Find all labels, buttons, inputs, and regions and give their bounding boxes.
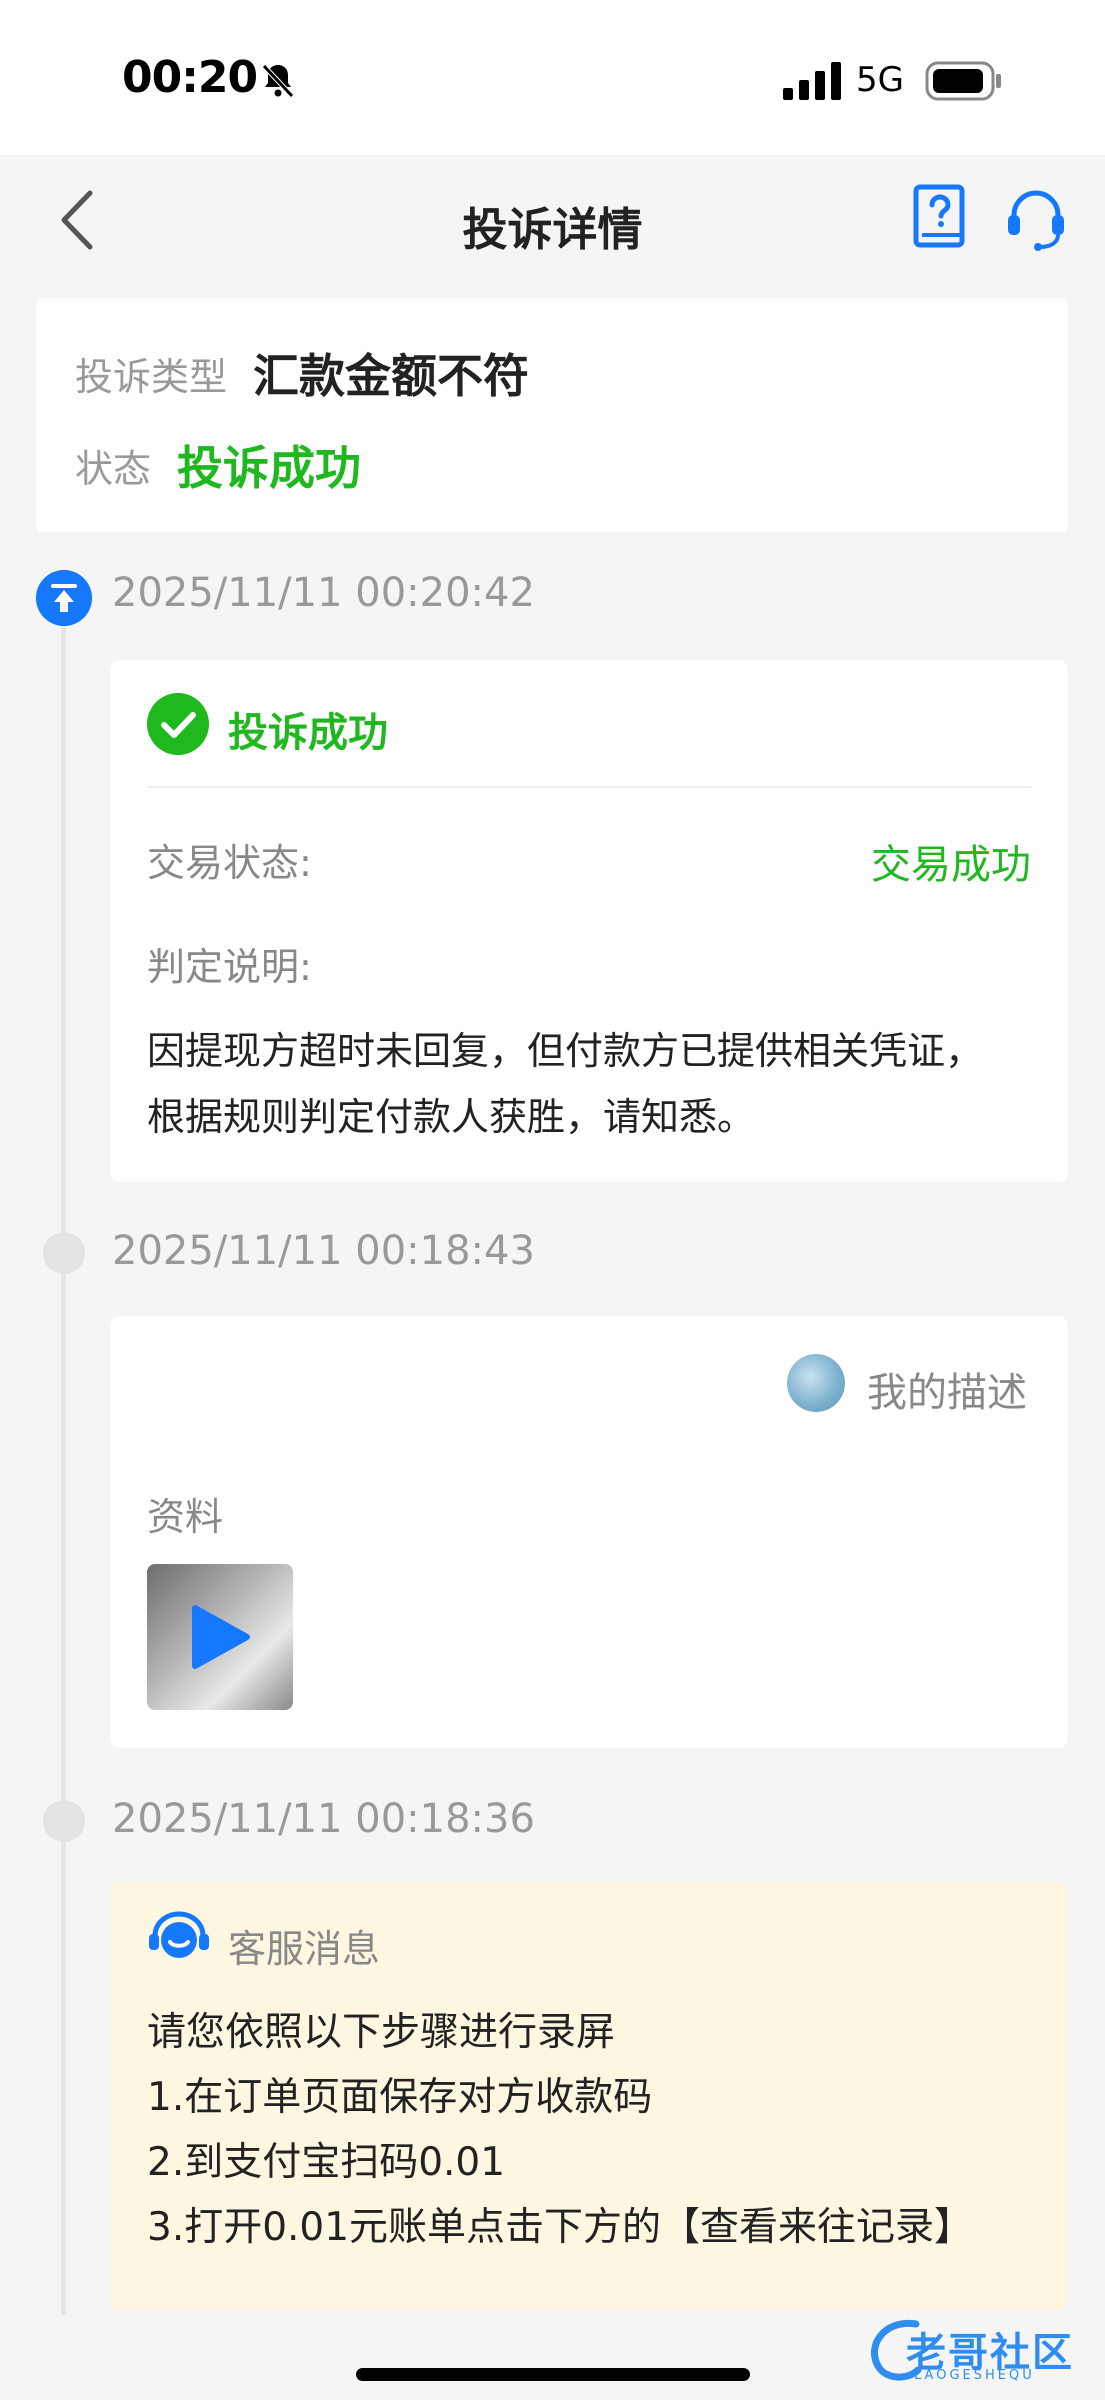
complaint-status-value: 投诉成功 xyxy=(177,441,362,495)
video-thumbnail[interactable] xyxy=(147,1564,293,1710)
divider xyxy=(147,786,1031,788)
battery-icon xyxy=(925,61,1001,101)
message-line: 1.在订单页面保存对方收款码 xyxy=(147,2075,653,2120)
watermark-logo: 老哥社区 LAOGESHEQU xyxy=(866,2310,1096,2390)
service-message-card: 客服消息 请您依照以下步骤进行录屏 1.在订单页面保存对方收款码 2.到支付宝扫… xyxy=(110,1882,1068,2310)
avatar xyxy=(787,1354,845,1412)
nav-bar: 投诉详情 xyxy=(0,155,1105,295)
play-icon[interactable] xyxy=(187,1602,253,1672)
message-line: 请您依照以下步骤进行录屏 xyxy=(147,2010,616,2055)
customer-service-icon[interactable] xyxy=(1004,185,1068,251)
help-book-icon[interactable] xyxy=(912,183,970,253)
service-message-body: 请您依照以下步骤进行录屏 1.在订单页面保存对方收款码 2.到支付宝扫码0.01… xyxy=(147,2000,973,2260)
message-line: 2.到支付宝扫码0.01 xyxy=(147,2140,506,2185)
complaint-summary-card: 投诉类型 汇款金额不符 状态 投诉成功 xyxy=(36,298,1068,532)
description-card: 我的描述 资料 xyxy=(110,1316,1068,1748)
complaint-type-label: 投诉类型 xyxy=(75,354,228,399)
complaint-status-row: 状态 投诉成功 xyxy=(75,432,361,498)
watermark-subtext: LAOGESHEQU xyxy=(914,2368,1035,2383)
timeline-line xyxy=(61,600,66,2315)
network-type: 5G xyxy=(856,60,904,100)
bell-muted-icon xyxy=(262,64,294,98)
timeline-time: 2025/11/11 00:20:42 xyxy=(112,570,535,616)
trade-status-value: 交易成功 xyxy=(871,842,1031,888)
check-circle-icon xyxy=(147,693,209,755)
timeline-top-icon xyxy=(36,570,92,626)
service-message-title: 客服消息 xyxy=(228,1927,381,1971)
home-indicator[interactable] xyxy=(356,2368,750,2381)
result-card: 投诉成功 交易状态: 交易成功 判定说明: 因提现方超时未回复，但付款方已提供相… xyxy=(110,660,1068,1182)
complaint-status-label: 状态 xyxy=(75,446,152,491)
status-bar: 00:20 5G xyxy=(0,0,1105,155)
timeline-dot xyxy=(43,1232,85,1274)
message-line: 3.打开0.01元账单点击下方的【查看来往记录】 xyxy=(147,2205,974,2250)
complaint-type-row: 投诉类型 汇款金额不符 xyxy=(75,340,529,406)
verdict-text: 因提现方超时未回复，但付款方已提供相关凭证，根据规则判定付款人获胜，请知悉。 xyxy=(147,1029,984,1139)
author-label: 我的描述 xyxy=(867,1370,1027,1416)
result-title: 投诉成功 xyxy=(228,710,388,756)
trade-status-label: 交易状态: xyxy=(147,841,312,885)
status-time: 00:20 xyxy=(122,52,258,103)
complaint-type-value: 汇款金额不符 xyxy=(253,349,530,403)
verdict-label: 判定说明: xyxy=(147,945,312,989)
timeline-dot xyxy=(43,1800,85,1842)
signal-icon xyxy=(783,62,841,100)
attachment-label: 资料 xyxy=(147,1495,224,1539)
timeline-time: 2025/11/11 00:18:36 xyxy=(112,1796,535,1842)
customer-service-icon xyxy=(149,1911,209,1958)
timeline-time: 2025/11/11 00:18:43 xyxy=(112,1228,535,1274)
